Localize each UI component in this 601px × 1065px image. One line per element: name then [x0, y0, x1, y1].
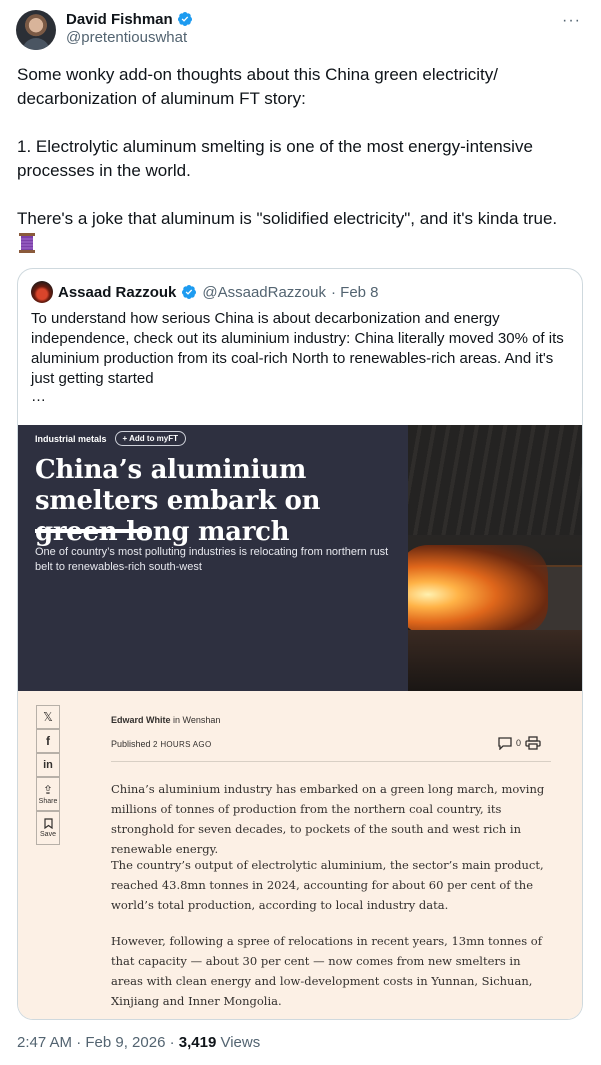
ft-headline: China’s aluminium smelters embark on gre… [35, 455, 321, 547]
ft-byline-location: in Wenshan [173, 715, 221, 725]
ft-article-hero[interactable]: Industrial metals + Add to myFT China’s … [18, 425, 582, 691]
verified-badge-icon [177, 12, 192, 26]
more-options-icon[interactable]: ··· [562, 12, 581, 30]
share-facebook-icon: f [36, 729, 60, 753]
verified-badge-icon [182, 285, 197, 299]
tweet-timestamp[interactable]: 2:47 AM · Feb 9, 2026 · [17, 1034, 175, 1051]
ft-byline-author: Edward White [111, 715, 171, 725]
share-linkedin-icon: in [36, 753, 60, 777]
spool-of-thread-icon [19, 233, 35, 253]
views-count: 3,419 [178, 1034, 217, 1051]
author-avatar[interactable] [16, 10, 56, 50]
save-button: Save [36, 811, 60, 845]
ft-article-tools: 0 [498, 736, 541, 750]
ft-divider [111, 761, 551, 762]
ft-paragraph-1: China’s aluminium industry has embarked … [111, 782, 545, 856]
ft-tag-row: Industrial metals + Add to myFT [35, 431, 187, 446]
views-label: Views [220, 1034, 261, 1051]
quoted-tweet-card[interactable]: Assaad Razzouk @AssaadRazzouk · Feb 8 To… [17, 268, 583, 1020]
ft-standfirst: One of country’s most polluting industri… [35, 546, 389, 573]
quoted-tweet-header: Assaad Razzouk @AssaadRazzouk · Feb 8 [31, 281, 379, 303]
quoted-author-avatar[interactable] [31, 281, 53, 303]
smelter-photo [408, 425, 582, 691]
share-x-icon: 𝕏 [36, 705, 60, 729]
quoted-author-name[interactable]: Assaad Razzouk [58, 284, 176, 301]
tweet-header: David Fishman @pretentiouswhat ··· [16, 8, 585, 52]
ft-published-time: 2 HOURS AGO [153, 740, 212, 749]
tweet-text: Some wonky add-on thoughts about this Ch… [17, 65, 558, 228]
ft-headline-rule [35, 529, 150, 533]
tweet-meta: 2:47 AM · Feb 9, 2026 · 3,419 Views [17, 1034, 260, 1051]
ft-section-tag: Industrial metals [35, 433, 107, 444]
print-icon [525, 736, 541, 750]
quoted-author-handle[interactable]: @AssaadRazzouk [202, 284, 326, 301]
author-display-name[interactable]: David Fishman [66, 11, 173, 28]
quoted-tweet-text: To understand how serious China is about… [31, 310, 564, 387]
ft-byline: Edward White in Wenshan [111, 715, 220, 725]
ft-article-body: 𝕏 f in ⇪ Share Save Edward White in Wens… [18, 691, 582, 1019]
ft-paragraph-2: The country’s output of electrolytic alu… [111, 858, 544, 912]
bookmark-icon [43, 818, 53, 829]
quoted-tweet-date[interactable]: · Feb 8 [331, 284, 379, 301]
share-button: ⇪ Share [36, 777, 60, 811]
comment-icon [498, 736, 512, 750]
author-name-row: David Fishman [66, 9, 193, 29]
quoted-tweet-ellipsis: … [31, 388, 46, 405]
author-handle[interactable]: @pretentiouswhat [66, 29, 187, 46]
ft-published: Published 2 HOURS AGO [111, 739, 212, 749]
comment-count: 0 [516, 738, 522, 748]
share-toolbar: 𝕏 f in ⇪ Share Save [36, 705, 60, 845]
ft-paragraph-3: However, following a spree of relocation… [111, 934, 542, 1008]
add-to-myft-button: + Add to myFT [114, 431, 187, 446]
share-icon: ⇪ [42, 782, 54, 797]
